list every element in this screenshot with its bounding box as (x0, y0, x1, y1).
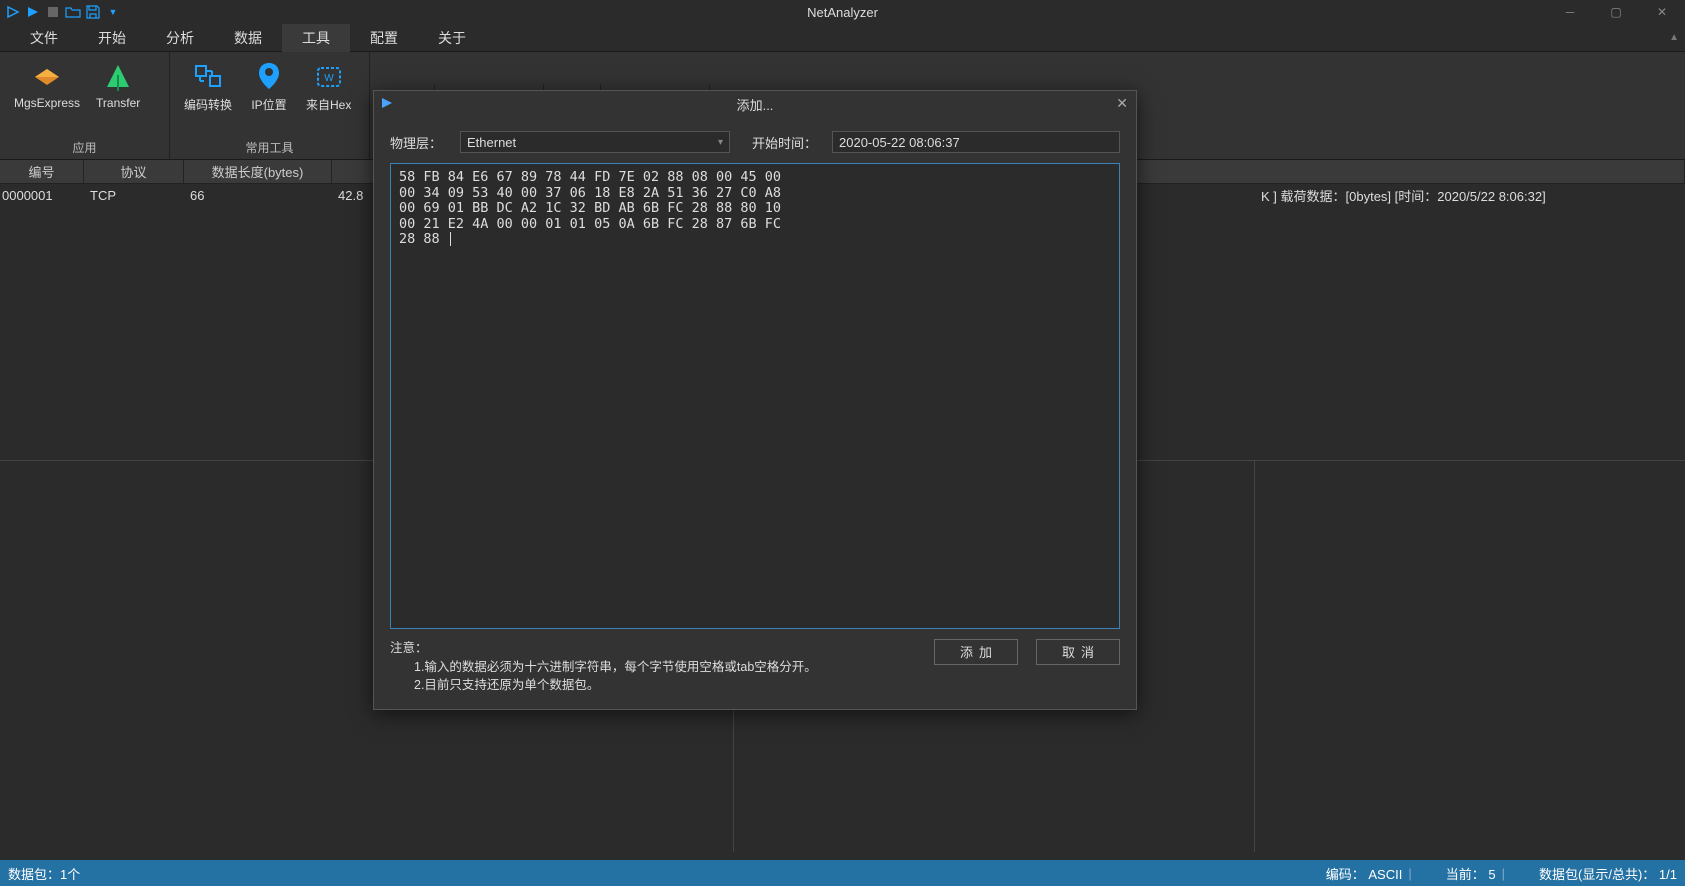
menubar: 文件 开始 分析 数据 工具 配置 关于 ▲ (0, 24, 1685, 52)
phys-layer-value: Ethernet (467, 135, 516, 150)
status-encoding-value: ASCII (1368, 867, 1402, 882)
status-current-value: 5 (1488, 867, 1495, 882)
encode-button[interactable]: 编码转换 (176, 56, 240, 115)
save-icon[interactable] (84, 3, 102, 21)
menu-about[interactable]: 关于 (418, 24, 486, 52)
dialog-note: 注意： 1.输入的数据必须为十六进制字符串，每个字节使用空格或tab空格分开。 … (390, 639, 817, 695)
status-total-value: 1/1 (1659, 867, 1677, 882)
dialog-titlebar[interactable]: 添加... ✕ (374, 91, 1136, 117)
note-title: 注意： (390, 639, 817, 658)
cell-info: K ] 载荷数据：[0bytes] [时间：2020/5/22 8:06:32] (1255, 186, 1685, 205)
add-button[interactable]: 添加 (934, 639, 1018, 665)
form-row-top: 物理层： Ethernet 开始时间： 2020-05-22 08:06:37 (390, 131, 1120, 153)
fromhex-label: 来自Hex (306, 96, 351, 113)
mgsexpress-button[interactable]: MgsExpress (6, 56, 88, 112)
status-total: 数据包(显示/总共)： 1/1 (1539, 864, 1677, 883)
dialog-footer: 注意： 1.输入的数据必须为十六进制字符串，每个字节使用空格或tab空格分开。 … (390, 639, 1120, 699)
phys-layer-combo[interactable]: Ethernet (460, 131, 730, 153)
menu-config[interactable]: 配置 (350, 24, 418, 52)
mgsexpress-label: MgsExpress (14, 96, 80, 110)
play-icon[interactable] (4, 3, 22, 21)
cell-id: 0000001 (0, 188, 84, 203)
cell-extra: 42.8 (332, 188, 362, 203)
ribbon-group-app-label: 应用 (0, 136, 169, 159)
fromhex-button[interactable]: W 来自Hex (298, 56, 359, 115)
status-current: 当前： 5 (1446, 864, 1496, 883)
status-packet-count: 数据包：1个 (8, 864, 80, 883)
start-time-field[interactable]: 2020-05-22 08:06:37 (832, 131, 1120, 153)
svg-text:W: W (324, 73, 334, 84)
stop-icon[interactable] (44, 3, 62, 21)
transfer-label: Transfer (96, 96, 140, 110)
iploc-label: IP位置 (251, 96, 286, 113)
note-line-1: 1.输入的数据必须为十六进制字符串，每个字节使用空格或tab空格分开。 (390, 658, 817, 677)
hex-icon: W (311, 58, 347, 94)
status-encoding: 编码： ASCII (1326, 864, 1403, 883)
cell-length: 66 (184, 188, 332, 203)
minimize-button[interactable]: ─ (1547, 0, 1593, 24)
start-time-value: 2020-05-22 08:06:37 (839, 135, 960, 150)
close-button[interactable]: ✕ (1639, 0, 1685, 24)
menu-start[interactable]: 开始 (78, 24, 146, 52)
note-line-2: 2.目前只支持还原为单个数据包。 (390, 676, 817, 695)
encode-icon (190, 58, 226, 94)
pin-icon (251, 58, 287, 94)
transfer-icon (100, 58, 136, 94)
dialog-title: 添加... (737, 95, 774, 114)
titlebar: ▼ NetAnalyzer ─ ▢ ✕ (0, 0, 1685, 24)
panel-ascii (1255, 461, 1685, 852)
dialog-buttons: 添加 取消 (934, 639, 1120, 665)
window-controls: ─ ▢ ✕ (1547, 0, 1685, 24)
hex-input[interactable]: 58 FB 84 E6 67 89 78 44 FD 7E 02 88 08 0… (390, 163, 1120, 629)
menu-data[interactable]: 数据 (214, 24, 282, 52)
iploc-button[interactable]: IP位置 (240, 56, 298, 115)
menu-tools[interactable]: 工具 (282, 24, 350, 52)
col-header-id[interactable]: 编号 (0, 160, 84, 183)
col-header-length[interactable]: 数据长度(bytes) (184, 160, 332, 183)
mgsexpress-icon (29, 58, 65, 94)
text-cursor (450, 232, 451, 246)
status-current-label: 当前： (1446, 867, 1485, 882)
status-encoding-label: 编码： (1326, 867, 1365, 882)
ribbon-group-app: MgsExpress Transfer 应用 (0, 52, 170, 159)
cell-protocol: TCP (84, 188, 184, 203)
ribbon-group-common-label: 常用工具 (170, 136, 369, 159)
dialog-body: 物理层： Ethernet 开始时间： 2020-05-22 08:06:37 … (374, 117, 1136, 709)
app-title: NetAnalyzer (807, 5, 878, 20)
ribbon-collapse-icon[interactable]: ▲ (1669, 32, 1679, 43)
quick-access-toolbar: ▼ (0, 3, 122, 21)
start-time-label: 开始时间： (752, 133, 822, 152)
encode-label: 编码转换 (184, 96, 232, 113)
menu-analyze[interactable]: 分析 (146, 24, 214, 52)
status-total-label: 数据包(显示/总共)： (1539, 867, 1655, 882)
dialog-icon (380, 96, 396, 112)
statusbar: 数据包：1个 编码： ASCII | 当前： 5 | 数据包(显示/总共)： 1… (0, 860, 1685, 886)
dialog-close-button[interactable]: ✕ (1116, 95, 1128, 112)
menu-file[interactable]: 文件 (10, 24, 78, 52)
col-header-protocol[interactable]: 协议 (84, 160, 184, 183)
hex-content: 58 FB 84 E6 67 89 78 44 FD 7E 02 88 08 0… (399, 169, 781, 247)
transfer-button[interactable]: Transfer (88, 56, 148, 112)
add-packet-dialog: 添加... ✕ 物理层： Ethernet 开始时间： 2020-05-22 0… (373, 90, 1137, 710)
cancel-button[interactable]: 取消 (1036, 639, 1120, 665)
play-solid-icon[interactable] (24, 3, 42, 21)
phys-layer-label: 物理层： (390, 133, 450, 152)
folder-open-icon[interactable] (64, 3, 82, 21)
ribbon-group-common: 编码转换 IP位置 W 来自Hex 常用工具 (170, 52, 370, 159)
maximize-button[interactable]: ▢ (1593, 0, 1639, 24)
qat-dropdown-icon[interactable]: ▼ (104, 3, 122, 21)
